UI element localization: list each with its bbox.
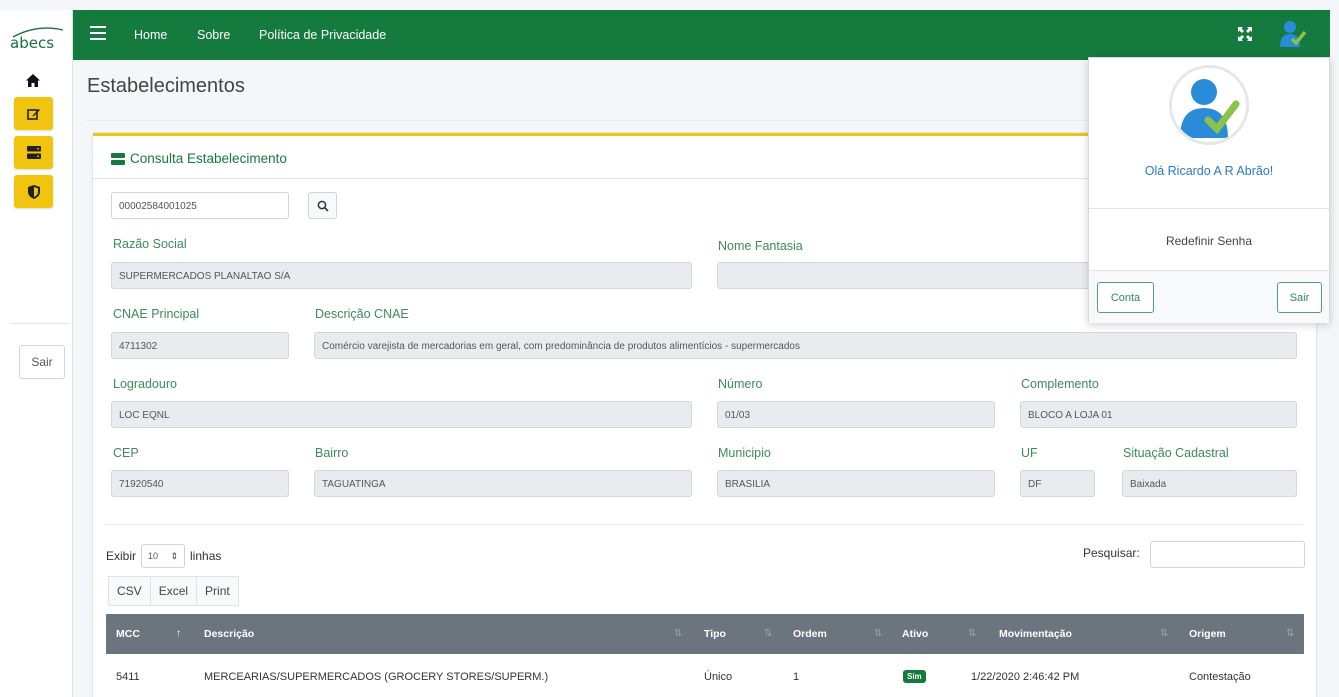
sort-icon[interactable]: ⇅ [1160, 628, 1168, 639]
situacao-field: Baixada [1122, 470, 1297, 497]
nome-fantasia-field [717, 262, 1097, 289]
sair-button[interactable]: Sair [1277, 282, 1322, 313]
page-title: Estabelecimentos [87, 75, 245, 97]
card-title: Consulta Estabelecimento [111, 151, 287, 166]
municipio-label: Municipio [718, 446, 771, 460]
user-avatar-icon[interactable] [1278, 19, 1308, 49]
bairro-field: TAGUATINGA [314, 470, 692, 497]
nav-home-link[interactable]: Home [134, 28, 167, 42]
ativo-badge: Sim [903, 670, 926, 683]
excel-button[interactable]: Excel [149, 576, 198, 606]
page-length-select[interactable]: 10 ⇕ [141, 544, 186, 568]
numero-field: 01/03 [717, 401, 995, 428]
cell-tipo: Único [704, 671, 733, 683]
cell-mcc: 5411 [116, 671, 140, 683]
logradouro-field: LOC EQNL [111, 401, 692, 428]
search-icon [317, 200, 329, 212]
sort-icon[interactable]: ⇅ [874, 628, 882, 639]
cell-movimentacao: 1/22/2020 2:46:42 PM [971, 671, 1080, 683]
municipio-field: BRASILIA [717, 470, 995, 497]
cnae-principal-field: 4711302 [111, 332, 289, 359]
cell-descricao: MERCEARIAS/SUPERMERCADOS (GROCERY STORES… [204, 671, 549, 683]
fullscreen-icon[interactable] [1238, 27, 1252, 41]
linhas-label: linhas [190, 549, 222, 563]
table-header: MCC ↑ Descrição ⇅ Tipo ⇅ Ordem ⇅ Ativo ⇅… [106, 614, 1304, 654]
descricao-cnae-field: Comércio varejista de mercadorias em ger… [314, 332, 1297, 359]
pesquisar-label: Pesquisar: [1083, 546, 1140, 560]
sort-icon[interactable]: ⇅ [968, 628, 976, 639]
csv-button[interactable]: CSV [108, 576, 151, 606]
server-icon [111, 152, 125, 165]
search-button[interactable] [308, 192, 337, 219]
home-icon[interactable] [14, 65, 52, 95]
abecs-logo[interactable]: abecs [7, 24, 67, 54]
bairro-label: Bairro [315, 446, 349, 460]
cep-label: CEP [113, 446, 139, 460]
cnpj-search-input[interactable]: 00002584001025 [111, 192, 289, 219]
page-length-value: 10 [148, 551, 159, 561]
uf-label: UF [1021, 446, 1038, 460]
shield-icon[interactable] [14, 175, 53, 208]
sidebar-divider [10, 323, 68, 324]
user-greeting: Olá Ricardo A R Abrão! [1144, 164, 1274, 178]
uf-field: DF [1020, 470, 1095, 497]
col-ativo[interactable]: Ativo [902, 628, 928, 640]
sort-icon[interactable]: ⇅ [764, 628, 772, 639]
user-dropdown-menu: Olá Ricardo A R Abrão! Redefinir Senha C… [1088, 57, 1330, 323]
redefinir-senha-link[interactable]: Redefinir Senha [1089, 234, 1329, 248]
numero-label: Número [718, 377, 763, 391]
print-button[interactable]: Print [196, 576, 239, 606]
sort-icon[interactable]: ⇅ [1286, 628, 1294, 639]
col-movimentacao[interactable]: Movimentação [999, 628, 1072, 640]
cnae-principal-label: CNAE Principal [113, 307, 200, 321]
logradouro-label: Logradouro [113, 377, 177, 391]
complemento-field: BLOCO A LOJA 01 [1020, 401, 1297, 428]
sort-asc-icon[interactable]: ↑ [176, 628, 181, 639]
table-row[interactable]: 5411 MERCEARIAS/SUPERMERCADOS (GROCERY S… [106, 654, 1304, 697]
conta-button[interactable]: Conta [1097, 282, 1154, 313]
sidebar-sair-button[interactable]: Sair [19, 345, 65, 379]
sidebar: abecs Sair [0, 10, 73, 697]
col-ordem[interactable]: Ordem [793, 628, 827, 640]
user-dropdown-header: Olá Ricardo A R Abrão! [1089, 58, 1329, 209]
top-navbar: Home Sobre Política de Privacidade [73, 10, 1330, 60]
situacao-label: Situação Cadastral [1123, 446, 1229, 460]
user-check-icon [1180, 79, 1240, 138]
logo-text: abecs [10, 34, 55, 52]
export-button-group: CSV Excel Print [108, 576, 239, 606]
descricao-cnae-label: Descrição CNAE [315, 307, 409, 321]
razao-social-label: Razão Social [113, 237, 187, 251]
edit-icon[interactable] [14, 97, 53, 130]
col-mcc[interactable]: MCC [116, 628, 140, 640]
cell-ordem: 1 [793, 671, 800, 683]
nav-politica-link[interactable]: Política de Privacidade [259, 28, 386, 42]
select-arrows-icon: ⇕ [170, 550, 179, 561]
exibir-label: Exibir [106, 549, 137, 563]
complemento-label: Complemento [1021, 377, 1099, 391]
nome-fantasia-label: Nome Fantasia [718, 239, 803, 253]
cell-origem: Contestação [1189, 671, 1251, 683]
cep-field: 71920540 [111, 470, 289, 497]
sort-icon[interactable]: ⇅ [674, 628, 682, 639]
user-dropdown-footer: Conta Sair [1089, 270, 1329, 323]
col-origem[interactable]: Origem [1189, 628, 1226, 640]
razao-social-field: SUPERMERCADOS PLANALTAO S/A [111, 262, 692, 289]
page-length-control: Exibir 10 ⇕ linhas [106, 544, 221, 568]
user-avatar [1169, 65, 1249, 145]
col-descricao[interactable]: Descrição [204, 628, 254, 640]
section-divider [105, 524, 1303, 525]
server-icon[interactable] [14, 136, 53, 169]
nav-sobre-link[interactable]: Sobre [197, 28, 230, 42]
table-search-input[interactable] [1150, 541, 1305, 568]
hamburger-menu-icon[interactable] [90, 26, 106, 40]
col-tipo[interactable]: Tipo [704, 628, 726, 640]
card-title-text: Consulta Estabelecimento [130, 151, 287, 166]
